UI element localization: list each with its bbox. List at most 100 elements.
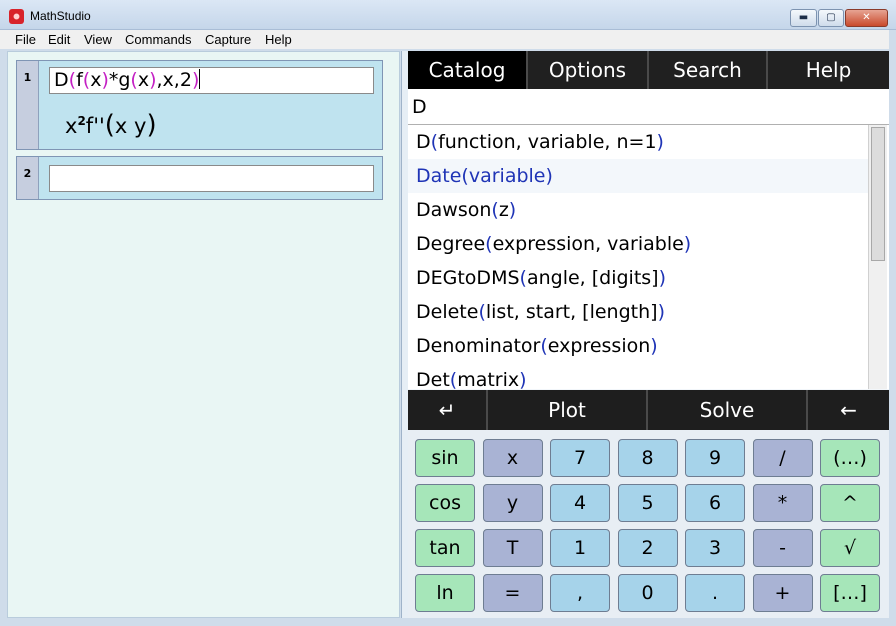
paren-token: ) bbox=[545, 165, 553, 187]
plot-button[interactable]: Plot bbox=[488, 390, 648, 430]
catalog-item[interactable]: Det(matrix) bbox=[408, 363, 868, 389]
paren-token: ( bbox=[68, 69, 77, 91]
notebook-cell[interactable]: 2 bbox=[16, 156, 383, 200]
key-x-button[interactable]: x bbox=[482, 439, 543, 477]
tab-catalog[interactable]: Catalog bbox=[408, 51, 528, 89]
solve-button[interactable]: Solve bbox=[648, 390, 808, 430]
expr-token: ,x,2 bbox=[156, 69, 192, 91]
key-sym36-button[interactable]: […] bbox=[820, 574, 880, 612]
cell-number: 1 bbox=[17, 61, 39, 149]
catalog-item-name: D bbox=[416, 131, 431, 153]
paren-token: ( bbox=[430, 131, 439, 153]
action-bar: ↵ Plot Solve ← bbox=[408, 390, 889, 430]
tab-options[interactable]: Options bbox=[528, 51, 649, 89]
catalog-item[interactable]: D(function, variable, n=1) bbox=[408, 125, 868, 159]
key-sym05-button[interactable]: / bbox=[752, 439, 813, 477]
catalog-item-args: function, variable, n=1 bbox=[438, 131, 657, 153]
menu-view[interactable]: View bbox=[84, 32, 112, 47]
catalog-item-args: expression, variable bbox=[492, 233, 684, 255]
key-sym25-button[interactable]: - bbox=[752, 529, 813, 567]
catalog-item[interactable]: DEGtoDMS(angle, [digits]) bbox=[408, 261, 868, 295]
catalog-item-name: Delete bbox=[416, 301, 479, 323]
key-2-button[interactable]: 2 bbox=[617, 529, 678, 567]
menu-help[interactable]: Help bbox=[265, 32, 292, 47]
menu-bar: File Edit View Commands Capture Help bbox=[0, 30, 896, 49]
menu-capture[interactable]: Capture bbox=[205, 32, 251, 47]
expr-token: f bbox=[76, 69, 83, 91]
catalog-scrollbar[interactable] bbox=[868, 125, 887, 389]
window-frame bbox=[889, 30, 896, 626]
key-sym06-button[interactable]: (…) bbox=[820, 439, 880, 477]
scroll-thumb[interactable] bbox=[871, 127, 885, 261]
expr-token: x bbox=[137, 69, 150, 91]
key-1-button[interactable]: 1 bbox=[550, 529, 610, 567]
key-sym34-button[interactable]: . bbox=[685, 574, 745, 612]
pane-splitter[interactable] bbox=[401, 51, 408, 618]
expr-token: D bbox=[54, 69, 69, 91]
key-sym32-button[interactable]: , bbox=[550, 574, 610, 612]
catalog-item[interactable]: Denominator(expression) bbox=[408, 329, 868, 363]
catalog-item[interactable]: Date(variable) bbox=[408, 159, 868, 193]
enter-button[interactable]: ↵ bbox=[408, 390, 488, 430]
menu-file[interactable]: File bbox=[15, 32, 36, 47]
window-title: MathStudio bbox=[30, 9, 91, 23]
keypad: sin x 7 8 9/(…) cos y 4 5 6 * ^ tan T 1 2 3- √ ln =, 0. + […] bbox=[408, 430, 889, 618]
tab-help[interactable]: Help bbox=[768, 51, 889, 89]
expr-token: *g bbox=[108, 69, 131, 91]
key-4-button[interactable]: 4 bbox=[550, 484, 610, 522]
app-icon bbox=[9, 9, 24, 24]
side-panel: Catalog Options Search Help D D(function… bbox=[408, 51, 889, 618]
maximize-button[interactable]: ▢ bbox=[818, 9, 844, 27]
paren-token: ( bbox=[478, 301, 486, 323]
key-7-button[interactable]: 7 bbox=[550, 439, 610, 477]
key-y-button[interactable]: y bbox=[482, 484, 543, 522]
key-tan-button[interactable]: tan bbox=[415, 529, 475, 567]
key-cos-button[interactable]: cos bbox=[415, 484, 475, 522]
key-6-button[interactable]: 6 bbox=[685, 484, 745, 522]
catalog-item-name: Denominator bbox=[416, 335, 541, 357]
paren-token: ) bbox=[149, 69, 157, 91]
paren-token: ) bbox=[508, 199, 517, 221]
paren-token: ) bbox=[101, 69, 109, 91]
menu-edit[interactable]: Edit bbox=[48, 32, 70, 47]
key-0-button[interactable]: 0 bbox=[617, 574, 678, 612]
cell-input[interactable]: D(f(x)*g(x),x,2) bbox=[49, 67, 374, 94]
key-9-button[interactable]: 9 bbox=[685, 439, 745, 477]
catalog-item-name: Det bbox=[416, 369, 450, 389]
catalog-item-args: list, start, [length] bbox=[485, 301, 658, 323]
backspace-button[interactable]: ← bbox=[808, 390, 889, 430]
notebook-pane: 1 D(f(x)*g(x),x,2) x2f''(x y) 2 bbox=[7, 51, 400, 618]
title-bar: MathStudio ▬ ▢ ✕ bbox=[0, 0, 896, 30]
catalog-item-name: Dawson bbox=[416, 199, 492, 221]
catalog-item-args: expression bbox=[547, 335, 651, 357]
catalog-item-name: Degree bbox=[416, 233, 486, 255]
key-5-button[interactable]: 5 bbox=[617, 484, 678, 522]
paren-token: ) bbox=[658, 267, 667, 289]
key-8-button[interactable]: 8 bbox=[617, 439, 678, 477]
tab-search[interactable]: Search bbox=[649, 51, 768, 89]
cell-input[interactable] bbox=[49, 165, 374, 192]
catalog-list: D(function, variable, n=1) Date(variable)… bbox=[408, 125, 889, 389]
key-sym35-button[interactable]: + bbox=[752, 574, 813, 612]
paren-token: ( bbox=[519, 267, 527, 289]
key-sym15-button[interactable]: * bbox=[752, 484, 813, 522]
paren-token: ( bbox=[461, 165, 469, 187]
key-sym16-button[interactable]: ^ bbox=[820, 484, 880, 522]
catalog-item[interactable]: Degree(expression, variable) bbox=[408, 227, 868, 261]
key-sym26-button[interactable]: √ bbox=[820, 529, 880, 567]
catalog-item[interactable]: Dawson(z) bbox=[408, 193, 868, 227]
menu-commands[interactable]: Commands bbox=[125, 32, 191, 47]
key-t-button[interactable]: T bbox=[482, 529, 543, 567]
notebook-cell[interactable]: 1 D(f(x)*g(x),x,2) x2f''(x y) bbox=[16, 60, 383, 150]
key-ln-button[interactable]: ln bbox=[415, 574, 475, 612]
paren-token: ) bbox=[657, 301, 665, 323]
key-sin-button[interactable]: sin bbox=[415, 439, 475, 477]
minimize-button[interactable]: ▬ bbox=[790, 9, 817, 27]
catalog-filter-input[interactable]: D bbox=[408, 89, 889, 125]
catalog-item-args: matrix bbox=[457, 369, 520, 389]
paren-token: ( bbox=[540, 335, 548, 357]
catalog-item[interactable]: Delete(list, start, [length]) bbox=[408, 295, 868, 329]
close-button[interactable]: ✕ bbox=[845, 9, 888, 27]
key-sym31-button[interactable]: = bbox=[482, 574, 543, 612]
key-3-button[interactable]: 3 bbox=[685, 529, 745, 567]
